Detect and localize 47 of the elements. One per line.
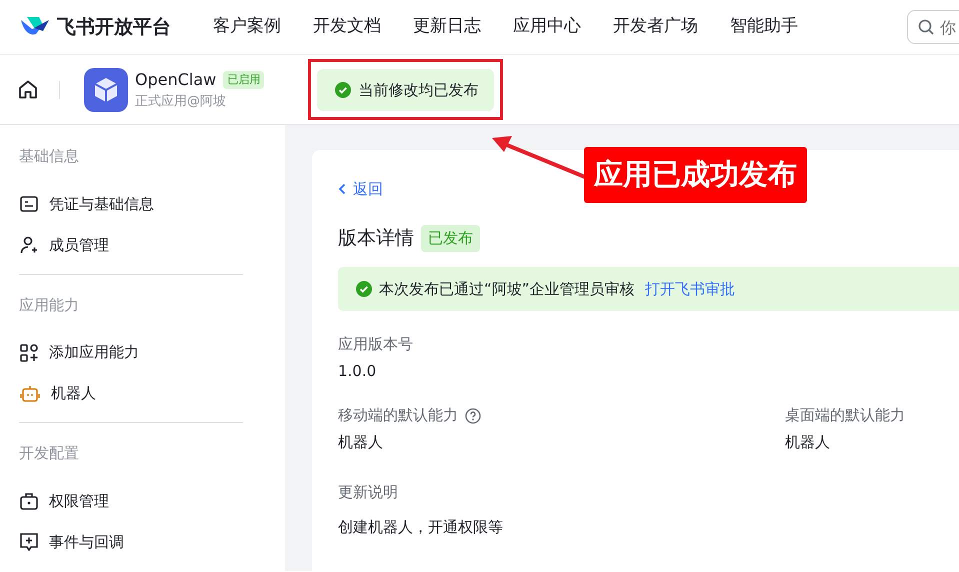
sidebar-item[interactable]: 成员管理 [0, 224, 285, 266]
field-label: 移动端的默认能力 [338, 405, 458, 426]
check-circle-icon [335, 82, 352, 98]
nav-link[interactable]: 更新日志 [413, 14, 481, 40]
search-field[interactable]: 你 [907, 10, 959, 44]
status-badge: 已发布 [421, 225, 480, 252]
app-icon [84, 68, 128, 112]
section-title: 应用能力 [18, 294, 80, 316]
home-icon[interactable] [18, 80, 38, 99]
nav-link[interactable]: 智能助手 [730, 14, 798, 40]
logo-text[interactable]: 飞书开放平台 [57, 12, 171, 42]
nav-link[interactable]: 客户案例 [213, 14, 281, 40]
section-title: 基础信息 [18, 146, 80, 167]
sidebar-item[interactable]: 权限管理 [0, 480, 285, 522]
status-badge: 已启用 [223, 70, 264, 89]
app-subtitle: 正式应用@阿坡 [135, 92, 227, 111]
nav-link[interactable]: 应用中心 [513, 14, 581, 40]
field-value: 机器人 [785, 432, 831, 453]
chevron-left-icon [338, 183, 346, 196]
id-card-icon [20, 196, 38, 212]
notice-text: 本次发布已通过“阿坡”企业管理员审核 [379, 278, 635, 300]
field-label: 桌面端的默认能力 [785, 405, 905, 426]
nav-link[interactable]: 开发文档 [313, 14, 381, 40]
app-name: OpenClaw [135, 68, 216, 91]
section-title: 开发配置 [18, 443, 80, 464]
back-link[interactable]: 返回 [338, 178, 383, 200]
user-add-icon [20, 236, 38, 254]
callout-label: 应用已成功发布 [584, 147, 807, 202]
sidebar-item[interactable]: 机器人 [0, 373, 285, 414]
field-label: 更新说明 [338, 482, 399, 504]
field-value: 创建机器人，开通权限等 [338, 516, 504, 538]
nav-link[interactable]: 开发者广场 [613, 14, 698, 40]
page-title: 版本详情 [338, 226, 414, 252]
briefcase-icon [20, 492, 38, 510]
apps-icon [20, 344, 38, 362]
field-label: 应用版本号 [338, 334, 413, 356]
add-box-icon [20, 533, 38, 551]
check-circle-icon [356, 281, 372, 297]
sidebar-item[interactable]: 添加应用能力 [0, 332, 285, 373]
approval-link[interactable]: 打开飞书审批 [645, 278, 736, 300]
field-value: 1.0.0 [338, 360, 378, 382]
help-icon[interactable] [465, 408, 481, 424]
sidebar-item[interactable]: 凭证与基础信息 [0, 184, 285, 224]
toast-text: 当前修改均已发布 [358, 80, 478, 101]
robot-icon [20, 384, 40, 402]
field-value: 机器人 [338, 432, 384, 453]
sidebar-item[interactable]: 事件与回调 [0, 522, 285, 562]
